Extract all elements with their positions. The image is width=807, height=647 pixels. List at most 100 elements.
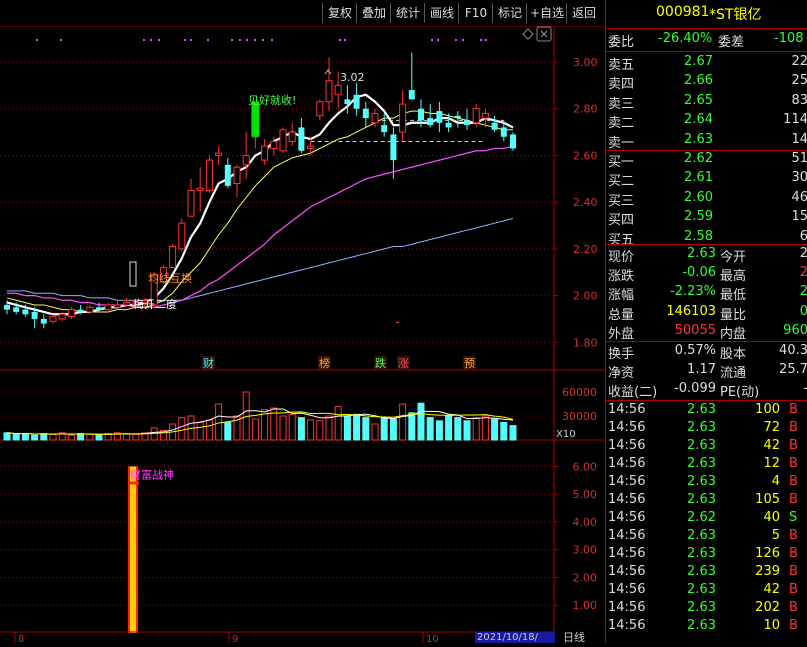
toolbar-button-1[interactable]: 叠加 (356, 3, 391, 23)
candle-body-down (491, 122, 498, 130)
candle-body-down (500, 127, 507, 137)
volume-bar (334, 405, 342, 441)
candle-body-down (427, 118, 434, 126)
stat-row: 涨幅 -2.23% 最低 2 (606, 284, 807, 303)
stock-header: 000981 *ST银亿 (606, 4, 807, 26)
toolbar-button-7[interactable]: 返回 (566, 3, 601, 23)
ask-volume: 83 (791, 92, 807, 108)
bid-row: 买三 2.60 46 (606, 190, 807, 209)
price-tick-label: 1.80 (573, 336, 598, 349)
tick-volume: 40 (763, 510, 780, 525)
fund-value: 40.3 (779, 343, 807, 358)
volume-tick-label: 30000 (562, 410, 597, 423)
fund-label: 净资 (608, 366, 635, 382)
bid-label: 买三 (608, 193, 635, 209)
ma60-line (7, 218, 514, 301)
period-label[interactable]: 日线 (563, 632, 603, 643)
tick-time: 14:56 (608, 474, 646, 489)
stat-value: 0 (799, 303, 807, 319)
tick-price: 2.63 (687, 618, 716, 633)
volume-bar (500, 421, 508, 441)
weibi-value: -26.40% (658, 31, 713, 46)
fund-value: - (756, 381, 807, 396)
toolbar-button-6[interactable]: +自选 (526, 3, 567, 23)
tick-row: 14:56 2.63 42 B (606, 438, 807, 457)
tick-side: B (789, 438, 798, 453)
tick-row: 14:56 2.63 4 B (606, 474, 807, 493)
ask-label: 卖三 (608, 96, 635, 112)
candle-body-up (242, 154, 250, 166)
volume-bar (445, 415, 453, 441)
stat-label: 涨幅 (608, 288, 635, 304)
indicator-title: 财富战神 (130, 467, 174, 481)
tick-time: 14:56 (608, 600, 646, 615)
ask-price: 2.65 (684, 92, 713, 108)
toolbar-button-4[interactable]: F10 (458, 3, 493, 23)
kline-chart-area[interactable]: 3.00 2.80 2.60 2.40 2.20 2.00 1.80 × 见好就收! 3.02 均线… (0, 25, 605, 645)
time-axis-label-1: 9 (232, 634, 238, 643)
toolbar-button-2[interactable]: 统计 (390, 3, 425, 23)
price-tick-label: 2.60 (573, 149, 598, 162)
breakout-candle-outline (129, 261, 137, 287)
tick-side: B (789, 564, 798, 579)
tick-time: 14:56 (608, 546, 646, 561)
volume-bar (150, 427, 158, 441)
fund-row: 收益(二)-0.099PE(动)- (606, 381, 807, 400)
candle-body-up (215, 152, 223, 156)
toolbar-button-3[interactable]: 画线 (424, 3, 459, 23)
ask-row: 卖四 2.66 25 (606, 73, 807, 92)
small-marker (396, 322, 399, 323)
candle-body-up (205, 159, 213, 191)
stat-label: 涨跌 (608, 269, 635, 285)
indicator-tick-label: 6.00 (573, 460, 598, 473)
magenta-marker-dot (437, 39, 439, 41)
volume-bar (95, 434, 103, 441)
tick-price: 2.63 (687, 600, 716, 615)
stat-label: 外盘 (608, 326, 635, 342)
stat-label: 量比 (720, 307, 747, 323)
toolbar-button-5[interactable]: 标记 (492, 3, 527, 23)
tick-row: 14:56 2.63 72 B (606, 420, 807, 439)
fund-value: 1.17 (687, 362, 716, 378)
price-tick-label: 3.00 (573, 56, 598, 69)
magenta-marker-dot (339, 39, 341, 41)
magenta-marker-dot (143, 39, 145, 41)
tick-price: 2.63 (687, 456, 716, 471)
volume-bar (408, 412, 416, 441)
magenta-marker-dot (254, 39, 256, 41)
volume-bar (86, 433, 94, 441)
tick-time: 14:56 (608, 456, 646, 471)
ask-row: 卖二 2.64 114 (606, 112, 807, 131)
volume-tick-label: 60000 (562, 386, 597, 399)
magenta-marker-dot (36, 39, 38, 41)
candle-body-up (481, 112, 489, 119)
chart-toolbar: 复权 叠加 统计 画线 F10 标记 +自选 返回 (0, 0, 605, 26)
toolbar-button-0[interactable]: 复权 (322, 3, 357, 23)
volume-bar (435, 420, 443, 441)
candle-body-down (408, 90, 415, 100)
stat-label: 现价 (608, 250, 635, 265)
tick-volume: 72 (763, 420, 780, 435)
indicator-signal-core (130, 466, 136, 633)
fund-value: 25.7 (779, 362, 807, 378)
candle-body-up (270, 140, 278, 149)
tick-price: 2.63 (687, 420, 716, 435)
quote-panel: 000981 *ST银亿 委比 -26.40% 委差 -108 卖五 2.67 22… (605, 0, 807, 643)
tick-volume: 5 (771, 528, 780, 543)
tick-row: 14:56 2.63 202 B (606, 600, 807, 619)
stat-value: -2.23% (670, 284, 716, 300)
candle-body-up (371, 112, 379, 124)
tick-price: 2.63 (687, 564, 716, 579)
tick-side: B (789, 474, 798, 489)
tick-price: 2.63 (687, 474, 716, 489)
diamond-icon[interactable] (522, 28, 534, 40)
magenta-marker-dot (262, 39, 264, 41)
stat-label: 内盘 (720, 326, 747, 342)
volume-bar (325, 415, 333, 441)
candle-body-up (261, 145, 269, 161)
candle-body-down (445, 122, 452, 128)
kline-chart-svg[interactable]: 3.00 2.80 2.60 2.40 2.20 2.00 1.80 × 见好就收! 3.02 均线… (0, 25, 605, 645)
candle-body-up (196, 187, 204, 191)
magenta-marker-dot (190, 39, 192, 41)
candle-body-up (288, 131, 296, 142)
